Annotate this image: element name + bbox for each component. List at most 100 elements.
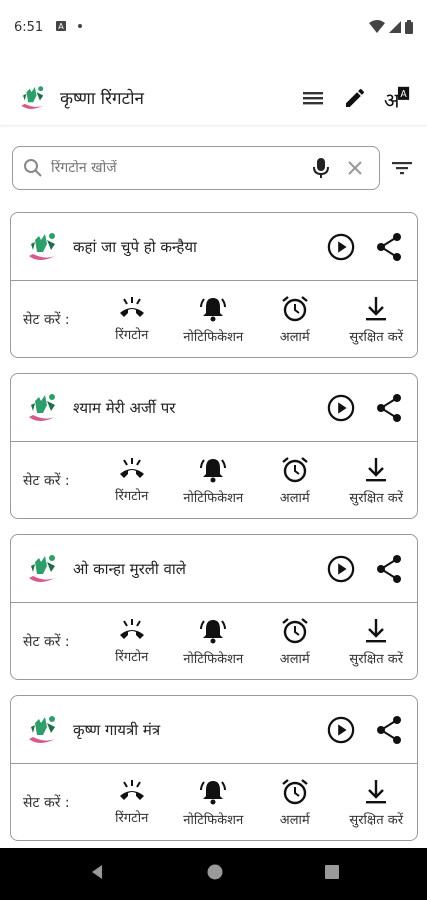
status-bar: 6:51 A [0,0,427,56]
ringtone-card-options: सेट करें : रिंगटोन नोटिफिकेशन अलार्म सुर… [11,281,417,357]
set-alarm-button[interactable]: अलार्म [255,295,335,345]
svg-text:A: A [58,22,64,31]
save-button[interactable]: सुरक्षित करें [336,778,416,828]
share-icon [377,715,401,744]
search-input[interactable] [51,160,307,176]
clear-search-button[interactable] [341,154,369,182]
download-icon [366,779,387,803]
save-button[interactable]: सुरक्षित करें [336,617,416,667]
save-button[interactable]: सुरक्षित करें [336,456,416,506]
download-icon [366,296,387,320]
share-button[interactable] [375,554,403,583]
set-ringtone-button[interactable]: रिंगटोन [92,778,172,828]
notification-label: नोटिफिकेशन [183,490,244,506]
ringtone-title: कृष्ण गायत्री मंत्र [73,720,161,739]
alarm-clock-icon [282,295,308,321]
set-label: सेट करें : [23,634,70,650]
pencil-icon [346,88,365,107]
share-button[interactable] [375,232,403,261]
app-bar: कृष्णा रिंगटोन अA [0,70,427,126]
search-icon [24,159,42,177]
ringtone-card-header: श्याम मेरी अर्जी पर [11,374,417,442]
phone-ringtone-icon [119,457,144,478]
alarm-label: अलार्म [279,490,310,506]
app-notification-icon: A [56,21,67,31]
alarm-clock-icon [282,456,308,482]
ringtone-card: कृष्ण गायत्री मंत्र सेट करें : रिंगटोन न… [10,695,418,841]
share-button[interactable] [375,393,403,422]
hindi-translate-icon: अA [384,86,410,112]
svg-text:अ: अ [384,88,400,112]
recents-square-icon [324,865,339,879]
set-label: सेट करें : [23,795,70,811]
ringtone-title: ओ कान्हा मुरली वाले [73,559,186,578]
set-ringtone-button[interactable]: रिंगटोन [92,295,172,345]
dot-icon [78,24,83,28]
ringtone-logo [29,715,55,743]
battery-icon [405,20,413,34]
save-label: सुरक्षित करें [349,329,404,345]
search-box[interactable] [12,146,380,190]
ringtone-logo [29,393,55,421]
close-icon [348,161,362,175]
set-alarm-button[interactable]: अलार्म [255,456,335,506]
signal-icon [389,21,401,33]
save-label: सुरक्षित करें [349,490,404,506]
alarm-clock-icon [282,617,308,643]
app-title: कृष्णा रिंगटोन [60,89,144,109]
share-button[interactable] [375,715,403,744]
filter-icon [392,162,412,175]
ringtone-title: श्याम मेरी अर्जी पर [73,398,176,417]
ringtone-label: रिंगटोन [115,649,149,665]
translate-button[interactable]: अA [383,84,411,112]
play-button[interactable] [327,716,355,744]
notification-bell-icon [200,619,227,643]
voice-search-button[interactable] [307,154,335,182]
wifi-icon [369,20,385,33]
menu-icon [303,91,323,104]
set-notification-button[interactable]: नोटिफिकेशन [173,456,253,506]
ringtone-label: रिंगटोन [115,810,149,826]
save-label: सुरक्षित करें [349,812,404,828]
microphone-icon [313,158,329,178]
ringtone-card-options: सेट करें : रिंगटोन नोटिफिकेशन अलार्म सुर… [11,764,417,840]
download-icon [366,457,387,481]
notification-label: नोटिफिकेशन [183,651,244,667]
set-notification-button[interactable]: नोटिफिकेशन [173,617,253,667]
notification-bell-icon [200,458,227,482]
back-button[interactable] [88,863,106,885]
ringtone-card: ओ कान्हा मुरली वाले सेट करें : रिंगटोन न… [10,534,418,680]
svg-text:A: A [400,89,407,100]
play-circle-icon [327,716,355,743]
home-button[interactable] [206,863,224,885]
filter-button[interactable] [388,154,416,182]
set-notification-button[interactable]: नोटिफिकेशन [173,295,253,345]
alarm-label: अलार्म [279,329,310,345]
set-label: सेट करें : [23,312,70,328]
play-button[interactable] [327,555,355,583]
ringtone-list: कहां जा चुपे हो कन्हैया सेट करें : रिंगट… [10,212,418,856]
set-label: सेट करें : [23,473,70,489]
recents-button[interactable] [324,864,340,884]
menu-button[interactable] [299,84,327,112]
system-nav-bar [0,848,427,900]
ringtone-card-header: ओ कान्हा मुरली वाले [11,535,417,603]
set-alarm-button[interactable]: अलार्म [255,617,335,667]
set-notification-button[interactable]: नोटिफिकेशन [173,778,253,828]
play-button[interactable] [327,233,355,261]
ringtone-card-header: कहां जा चुपे हो कन्हैया [11,213,417,281]
save-button[interactable]: सुरक्षित करें [336,295,416,345]
alarm-clock-icon [282,778,308,804]
edit-button[interactable] [341,84,369,112]
set-alarm-button[interactable]: अलार्म [255,778,335,828]
set-ringtone-button[interactable]: रिंगटोन [92,456,172,506]
ringtone-card-options: सेट करें : रिंगटोन नोटिफिकेशन अलार्म सुर… [11,603,417,679]
play-button[interactable] [327,394,355,422]
phone-ringtone-icon [119,779,144,800]
notification-label: नोटिफिकेशन [183,329,244,345]
set-ringtone-button[interactable]: रिंगटोन [92,617,172,667]
ringtone-label: रिंगटोन [115,327,149,343]
ringtone-card-options: सेट करें : रिंगटोन नोटिफिकेशन अलार्म सुर… [11,442,417,518]
ringtone-label: रिंगटोन [115,488,149,504]
share-icon [377,554,401,583]
